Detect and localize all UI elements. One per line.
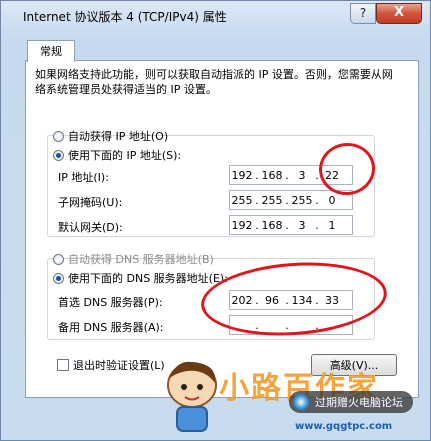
auto-dns-radio[interactable]: 自动获得 DNS 服务器地址(B) (53, 252, 214, 266)
manual-ip-label: 使用下面的 IP 地址(S): (68, 149, 182, 162)
octet: 168 (261, 218, 283, 232)
octet: 255 (261, 193, 283, 207)
dialog-window: Internet 协议版本 4 (TCP/IPv4) 属性 ? X 常规 如果网… (0, 0, 431, 441)
octet: 3 (298, 218, 306, 232)
close-button[interactable]: X (376, 3, 422, 24)
alternate-dns-label: 备用 DNS 服务器(A): (58, 321, 164, 334)
auto-dns-label: 自动获得 DNS 服务器地址(B) (68, 253, 214, 266)
octet: 192 (231, 218, 253, 232)
description-text: 如果网络支持此功能，则可以获取自动指派的 IP 设置。否则，您需要从网络系统管理… (35, 68, 393, 96)
subnet-mask-label: 子网掩码(U): (58, 196, 123, 209)
radio-selected-icon (53, 149, 64, 161)
manual-dns-radio[interactable]: 使用下面的 DNS 服务器地址(E): (53, 271, 228, 285)
window-title: Internet 协议版本 4 (TCP/IPv4) 属性 (23, 10, 227, 24)
octet: 3 (298, 168, 306, 182)
octet: 192 (231, 168, 253, 182)
octet: 168 (261, 168, 283, 182)
title-bar: Internet 协议版本 4 (TCP/IPv4) 属性 ? X (1, 1, 430, 31)
radio-icon (53, 130, 64, 142)
gateway-field[interactable]: 192. 168. 3. 1 (229, 215, 353, 235)
auto-ip-label: 自动获得 IP 地址(O) (68, 130, 169, 143)
watermark-url: www.gqgtpc.com (295, 421, 393, 432)
octet: 1 (328, 218, 336, 232)
help-button[interactable]: ? (350, 3, 376, 24)
checkbox-icon (57, 359, 69, 371)
radio-selected-icon (53, 272, 64, 284)
radio-icon (53, 253, 64, 265)
manual-ip-radio[interactable]: 使用下面的 IP 地址(S): (53, 148, 181, 162)
forum-badge-text: 过期赠火电脑论坛 (315, 396, 403, 409)
validate-settings-label: 退出时验证设置(L) (73, 359, 165, 372)
manual-dns-label: 使用下面的 DNS 服务器地址(E): (68, 272, 228, 285)
mascot-logo (167, 361, 217, 432)
ip-address-label: IP 地址(I): (58, 171, 109, 184)
octet: 0 (328, 193, 336, 207)
octet: 255 (291, 193, 313, 207)
gateway-label: 默认网关(D): (58, 221, 123, 234)
forum-badge: 过期赠火电脑论坛 (289, 391, 413, 413)
auto-ip-radio[interactable]: 自动获得 IP 地址(O) (53, 129, 168, 143)
forum-logo-icon (293, 394, 309, 410)
octet: 255 (231, 193, 253, 207)
preferred-dns-label: 首选 DNS 服务器(P): (58, 296, 163, 309)
tab-general[interactable]: 常规 (27, 40, 75, 62)
validate-settings-checkbox[interactable]: 退出时验证设置(L) (57, 357, 165, 373)
